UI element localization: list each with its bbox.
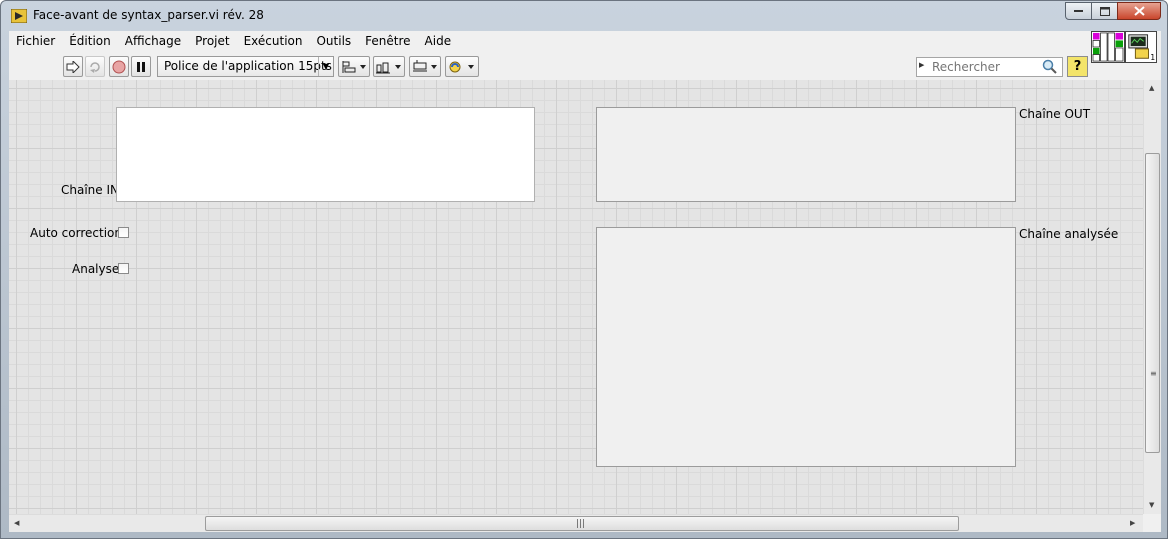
analyse-checkbox[interactable] (118, 263, 129, 274)
labview-app-icon (11, 9, 27, 23)
pause-icon (137, 61, 145, 72)
menu-fenetre[interactable]: Fenêtre (358, 31, 417, 53)
font-selector-value: Police de l'application 15pts (164, 59, 332, 73)
distribute-objects-button[interactable] (373, 56, 405, 77)
toolbar: Police de l'application 15pts ▼ ▶ Recher… (9, 31, 1161, 80)
scroll-down-icon[interactable]: ▼ (1149, 501, 1154, 509)
horizontal-scroll-thumb[interactable]: ||| (205, 516, 959, 531)
resize-objects-button[interactable] (409, 56, 441, 77)
menu-fichier[interactable]: Fichier (9, 31, 62, 53)
scroll-left-icon[interactable]: ◀ (14, 519, 19, 527)
chaine-analysee-label: Chaîne analysée (1019, 227, 1119, 241)
connector-pane-icon[interactable] (1091, 31, 1125, 63)
run-arrow-icon (66, 60, 80, 73)
align-objects-button[interactable] (338, 56, 370, 77)
menu-edition[interactable]: Édition (62, 31, 118, 53)
distribute-objects-icon (376, 62, 401, 73)
chevron-down-icon: ▼ (318, 57, 333, 76)
auto-correction-checkbox[interactable] (118, 227, 129, 238)
maximize-button[interactable] (1091, 2, 1118, 20)
font-selector[interactable]: Police de l'application 15pts ▼ (157, 56, 334, 77)
menu-execution[interactable]: Exécution (237, 31, 310, 53)
chaine-in-string-control[interactable] (116, 107, 535, 202)
minimize-icon (1073, 10, 1083, 12)
run-continuously-button[interactable] (85, 56, 105, 77)
chaine-out-string-indicator (596, 107, 1016, 202)
chaine-out-label: Chaîne OUT (1019, 107, 1091, 121)
analyse-label: Analyse (72, 262, 120, 276)
vertical-scrollbar[interactable]: ▲ ≡ ▼ (1143, 80, 1161, 514)
grip-icon: ≡ (1150, 369, 1157, 378)
close-button[interactable] (1117, 2, 1161, 20)
close-icon (1133, 6, 1145, 16)
resize-objects-icon (413, 59, 437, 71)
chaine-in-label: Chaîne IN (61, 183, 119, 197)
vi-icon-number: 1 (1150, 53, 1155, 62)
run-continuously-icon (90, 61, 100, 73)
reorder-icon (449, 61, 474, 72)
search-icon[interactable] (1042, 59, 1058, 75)
title-bar[interactable]: Face-avant de syntax_parser.vi rév. 28 (1, 1, 1167, 31)
grip-icon: ||| (576, 519, 586, 529)
help-icon: ? (1073, 59, 1082, 74)
horizontal-scrollbar[interactable]: ◀ ||| ▶ (9, 514, 1143, 532)
scrollbar-corner (1143, 514, 1161, 532)
menu-outils[interactable]: Outils (309, 31, 358, 53)
chaine-analysee-string-indicator (596, 227, 1016, 467)
search-box[interactable]: ▶ (916, 57, 1063, 77)
front-panel: Chaîne IN Chaîne OUT Auto correction Ana… (9, 80, 1161, 532)
stop-icon (112, 60, 126, 73)
menu-aide[interactable]: Aide (418, 31, 459, 53)
menu-bar: Fichier Édition Affichage Projet Exécuti… (9, 31, 1161, 53)
pause-button[interactable] (131, 56, 151, 77)
reorder-button[interactable] (445, 56, 479, 77)
minimize-button[interactable] (1065, 2, 1092, 20)
align-objects-icon (342, 60, 366, 73)
labview-window: Face-avant de syntax_parser.vi rév. 28 F… (0, 0, 1168, 539)
vertical-scroll-thumb[interactable]: ≡ (1145, 153, 1160, 453)
search-input[interactable] (932, 59, 1040, 75)
window-title: Face-avant de syntax_parser.vi rév. 28 (33, 8, 264, 22)
run-button[interactable] (63, 56, 83, 77)
auto-correction-label: Auto correction (30, 226, 122, 240)
vi-icon[interactable]: 1 (1125, 31, 1157, 63)
client-area: Fichier Édition Affichage Projet Exécuti… (9, 31, 1161, 532)
abort-button[interactable] (109, 56, 129, 77)
menu-affichage[interactable]: Affichage (118, 31, 188, 53)
menu-projet[interactable]: Projet (188, 31, 236, 53)
maximize-icon (1099, 6, 1110, 16)
search-scope-icon: ▶ (919, 61, 925, 69)
scroll-right-icon[interactable]: ▶ (1130, 519, 1135, 527)
context-help-button[interactable]: ? (1067, 56, 1088, 77)
scroll-up-icon[interactable]: ▲ (1149, 84, 1154, 92)
